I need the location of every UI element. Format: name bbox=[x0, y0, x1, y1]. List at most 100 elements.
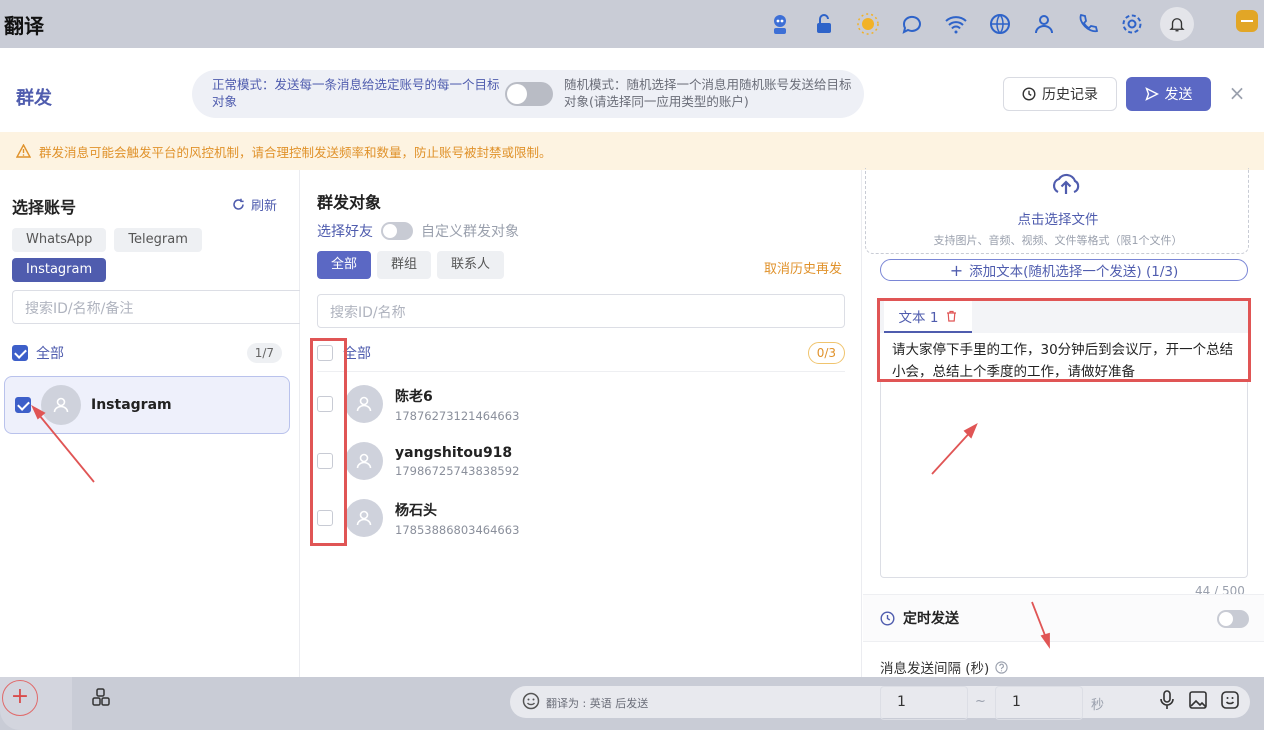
emoji-icon[interactable] bbox=[522, 692, 540, 714]
apps-grid-icon[interactable] bbox=[92, 688, 110, 710]
bell-icon[interactable] bbox=[1160, 7, 1194, 41]
account-checkbox[interactable] bbox=[15, 397, 31, 413]
contact-name: 陈老6 bbox=[395, 388, 433, 405]
account-panel-title: 选择账号 bbox=[12, 198, 77, 217]
interval-max-input[interactable]: 1 bbox=[995, 686, 1083, 720]
platform-tab-whatsapp[interactable]: WhatsApp bbox=[12, 228, 107, 252]
contact-id: 17853886803464663 bbox=[395, 522, 520, 537]
tab-groups[interactable]: 群组 bbox=[377, 251, 432, 279]
cancel-history-resend-link[interactable]: 取消历史再发 bbox=[764, 258, 842, 277]
message-text[interactable]: 请大家停下手里的工作，30分钟后到会议厅，开一个总结小会，总结上个季度的工作，请… bbox=[892, 339, 1242, 383]
account-select-all[interactable]: 全部 1/7 bbox=[12, 342, 282, 364]
platform-tab-instagram[interactable]: Instagram bbox=[12, 258, 107, 282]
contact-id: 17986725743838592 bbox=[395, 463, 520, 478]
scheduled-send-toggle[interactable] bbox=[1217, 610, 1249, 628]
send-interval-label: 消息发送间隔 (秒) bbox=[880, 657, 1008, 677]
tab-text-1[interactable]: 文本 1 bbox=[884, 301, 972, 333]
tab-contacts[interactable]: 联系人 bbox=[437, 251, 505, 279]
modal-title: 群发 bbox=[16, 88, 52, 109]
close-icon[interactable]: × bbox=[1228, 83, 1246, 103]
select-all-accounts-checkbox[interactable] bbox=[12, 345, 28, 361]
send-icon bbox=[1144, 87, 1159, 101]
send-button[interactable]: 发送 bbox=[1126, 77, 1211, 111]
annotation-highlight-checkboxes bbox=[310, 338, 347, 546]
add-session-button[interactable]: + bbox=[2, 680, 38, 716]
user-avatar-icon bbox=[356, 510, 372, 526]
choose-file-link[interactable]: 点击选择文件 bbox=[866, 208, 1250, 228]
contact-name: 杨石头 bbox=[395, 502, 437, 519]
select-friends-label[interactable]: 选择好友 bbox=[317, 221, 373, 241]
robot-icon[interactable] bbox=[758, 6, 802, 42]
composer-tools bbox=[1158, 690, 1240, 710]
user-icon[interactable] bbox=[1022, 6, 1066, 42]
sun-icon[interactable] bbox=[846, 6, 890, 42]
text-tab-label: 文本 1 bbox=[898, 310, 939, 326]
account-search-input[interactable]: 搜索ID/名称/备注 bbox=[12, 290, 300, 324]
avatar bbox=[345, 385, 383, 423]
random-mode-label[interactable]: 随机模式：随机选择一个消息用随机账号发送给目标对象(请选择同一应用类型的账户) bbox=[564, 76, 854, 110]
warning-icon bbox=[16, 144, 31, 158]
history-label: 历史记录 bbox=[1042, 87, 1098, 103]
tab-all[interactable]: 全部 bbox=[317, 251, 372, 279]
target-search-input[interactable]: 搜索ID/名称 bbox=[317, 294, 845, 328]
broadcast-modal: 群发 正常模式：发送每一条消息给选定账号的每一个目标对象 随机模式：随机选择一个… bbox=[0, 56, 1264, 720]
message-panel: 点击选择文件 支持图片、音频、视频、文件等格式（限1个文件） + 添加文本(随机… bbox=[863, 168, 1264, 720]
target-select-all[interactable]: 全部 0/3 bbox=[317, 340, 845, 372]
clock-icon bbox=[1022, 87, 1036, 101]
account-item[interactable]: Instagram bbox=[4, 376, 290, 434]
interval-label-text: 消息发送间隔 (秒) bbox=[880, 661, 990, 677]
refresh-button[interactable]: 刷新 bbox=[232, 195, 277, 214]
mode-toggle[interactable] bbox=[505, 82, 553, 106]
microphone-icon[interactable] bbox=[1158, 690, 1176, 710]
account-count-badge: 1/7 bbox=[246, 343, 282, 363]
target-count-badge: 0/3 bbox=[807, 341, 845, 364]
add-text-label: 添加文本(随机选择一个发送) (1/3) bbox=[969, 264, 1179, 280]
interval-min-input[interactable]: 1 bbox=[880, 686, 968, 720]
help-icon[interactable] bbox=[995, 660, 1008, 674]
platform-tab-telegram[interactable]: Telegram bbox=[114, 228, 202, 252]
send-label: 发送 bbox=[1164, 87, 1193, 103]
user-avatar-icon bbox=[53, 397, 69, 413]
avatar bbox=[41, 385, 81, 425]
target-source-switch: 选择好友 自定义群发对象 bbox=[317, 221, 519, 241]
custom-target-toggle[interactable] bbox=[381, 222, 413, 240]
text-editor-panel: 文本 1 请大家停下手里的工作，30分钟后到会议厅，开一个总结小会，总结上个季度… bbox=[877, 298, 1251, 382]
history-button[interactable]: 历史记录 bbox=[1003, 77, 1117, 111]
custom-target-label[interactable]: 自定义群发对象 bbox=[421, 221, 519, 241]
message-textarea[interactable] bbox=[880, 382, 1248, 578]
upload-hint: 支持图片、音频、视频、文件等格式（限1个文件） bbox=[933, 234, 1183, 247]
seconds-unit: 秒 bbox=[1091, 698, 1105, 713]
lock-icon[interactable] bbox=[802, 6, 846, 42]
send-mode-switch: 正常模式：发送每一条消息给选定账号的每一个目标对象 随机模式：随机选择一个消息用… bbox=[192, 70, 864, 118]
phone-icon[interactable] bbox=[1066, 6, 1110, 42]
add-text-button[interactable]: + 添加文本(随机选择一个发送) (1/3) bbox=[880, 259, 1248, 281]
target-panel-title: 群发对象 bbox=[317, 193, 382, 212]
scheduled-send-row: 定时发送 bbox=[863, 594, 1264, 642]
trash-icon[interactable] bbox=[946, 310, 957, 322]
warning-text: 群发消息可能会触发平台的风控机制，请合理控制发送频率和数量，防止账号被封禁或限制… bbox=[39, 144, 552, 160]
platform-tabs: WhatsApp Telegram Instagram bbox=[12, 228, 212, 282]
sticker-icon[interactable] bbox=[1220, 690, 1240, 710]
minimize-icon[interactable] bbox=[1236, 10, 1258, 32]
file-upload-area[interactable]: 点击选择文件 支持图片、音频、视频、文件等格式（限1个文件） bbox=[865, 168, 1249, 254]
target-type-tabs: 全部 群组 联系人 bbox=[317, 251, 505, 279]
refresh-label: 刷新 bbox=[251, 199, 278, 214]
account-panel: 选择账号 刷新 WhatsApp Telegram Instagram 搜索ID… bbox=[0, 170, 300, 677]
globe-icon[interactable] bbox=[978, 6, 1022, 42]
normal-mode-label[interactable]: 正常模式：发送每一条消息给选定账号的每一个目标对象 bbox=[212, 76, 502, 110]
contact-row[interactable]: 陈老6 17876273121464663 bbox=[317, 381, 817, 427]
app-top-bar: 翻译 bbox=[0, 0, 1264, 48]
refresh-icon bbox=[233, 198, 244, 210]
chat-icon[interactable] bbox=[890, 6, 934, 42]
image-icon[interactable] bbox=[1188, 690, 1208, 710]
text-tab-bar: 文本 1 bbox=[880, 301, 1248, 333]
contact-row[interactable]: 杨石头 17853886803464663 bbox=[317, 495, 817, 541]
scheduled-send-label: 定时发送 bbox=[903, 611, 959, 627]
modal-header: 群发 正常模式：发送每一条消息给选定账号的每一个目标对象 随机模式：随机选择一个… bbox=[0, 56, 1264, 132]
gear-icon[interactable] bbox=[1110, 6, 1154, 42]
contact-name: yangshitou918 bbox=[395, 444, 513, 461]
select-all-label: 全部 bbox=[36, 346, 64, 362]
avatar bbox=[345, 442, 383, 480]
wifi-icon[interactable] bbox=[934, 6, 978, 42]
contact-row[interactable]: yangshitou918 17986725743838592 bbox=[317, 438, 817, 484]
